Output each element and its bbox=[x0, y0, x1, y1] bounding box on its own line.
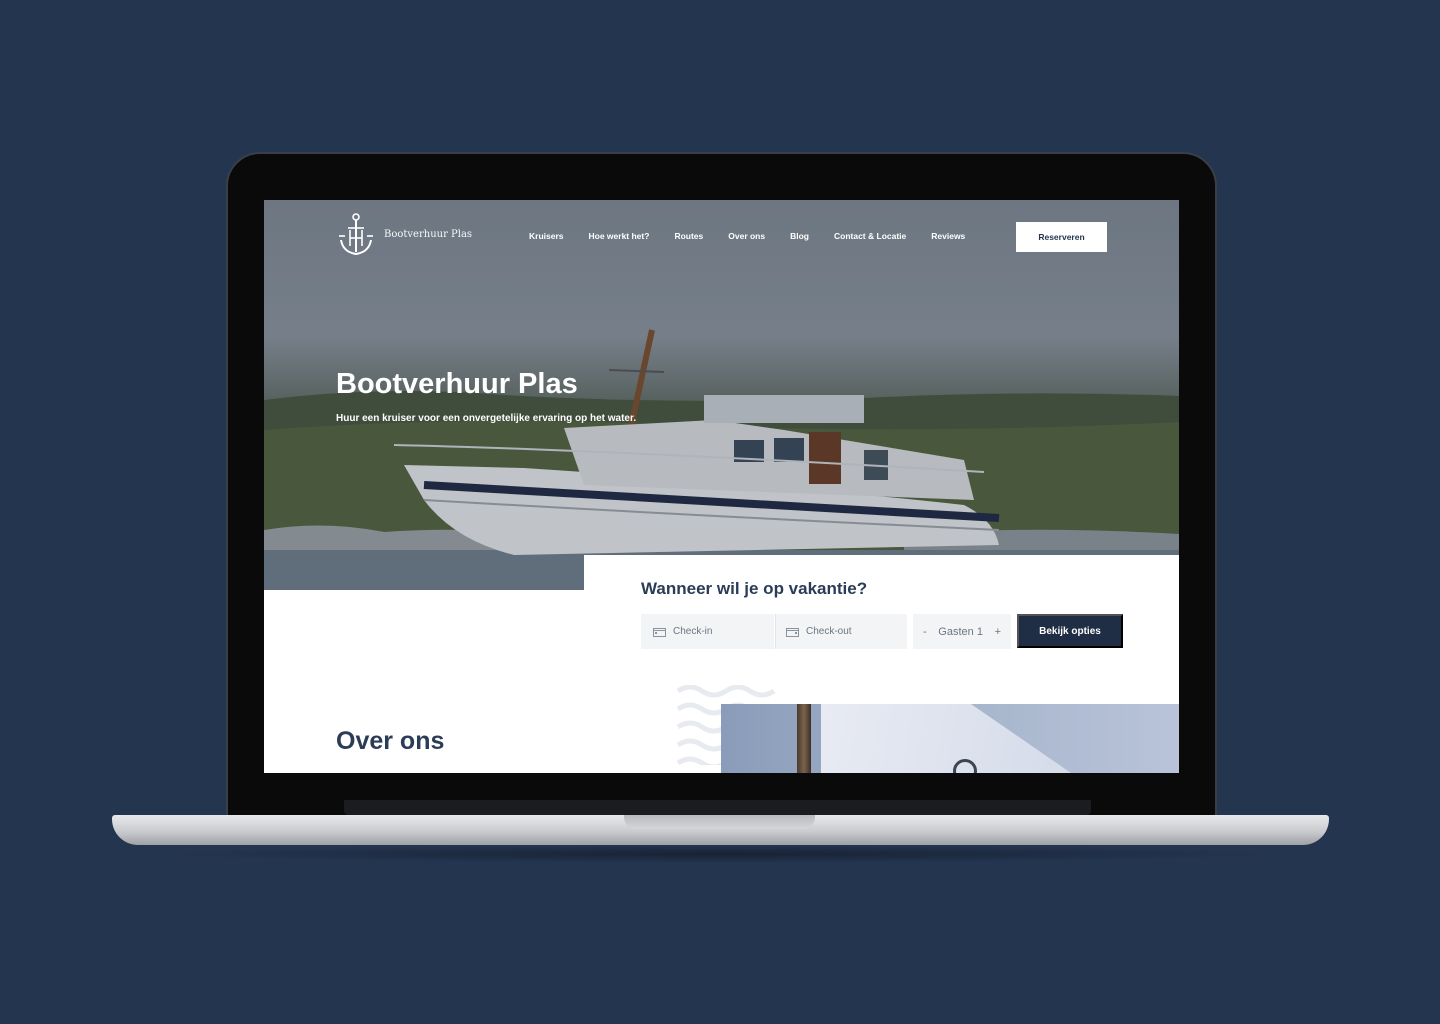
nav-item-blog[interactable]: Blog bbox=[790, 231, 809, 241]
guests-plus-button[interactable]: + bbox=[995, 626, 1001, 638]
checkin-placeholder: Check-in bbox=[673, 626, 713, 637]
nav-item-kruisers[interactable]: Kruisers bbox=[529, 231, 564, 241]
brand-logo[interactable]: Bootverhuur Plas bbox=[338, 212, 472, 256]
hero-section: Bootverhuur Plas Kruisers Hoe werkt het?… bbox=[264, 200, 1179, 590]
calendar-icon bbox=[653, 627, 666, 637]
about-image-sail bbox=[821, 704, 1071, 773]
guests-stepper: - Gasten 1 + bbox=[913, 614, 1011, 649]
about-image-mast bbox=[797, 704, 811, 773]
checkout-field[interactable]: Check-out bbox=[775, 614, 907, 649]
about-image bbox=[721, 704, 1179, 773]
hero-subtitle: Huur een kruiser voor een onvergetelijke… bbox=[336, 413, 637, 424]
hero-title: Bootverhuur Plas bbox=[336, 368, 578, 400]
guests-label: Gasten 1 bbox=[938, 625, 983, 638]
nav-item-over-ons[interactable]: Over ons bbox=[728, 231, 765, 241]
bekijk-opties-button[interactable]: Bekijk opties bbox=[1017, 614, 1123, 648]
nav-item-reviews[interactable]: Reviews bbox=[931, 231, 965, 241]
guests-minus-button[interactable]: - bbox=[923, 626, 927, 638]
checkin-field[interactable]: Check-in bbox=[641, 614, 774, 649]
booking-panel: Wanneer wil je op vakantie? Check-in Che… bbox=[584, 555, 1179, 695]
laptop-notch bbox=[624, 815, 815, 829]
brand-name: Bootverhuur Plas bbox=[384, 228, 473, 240]
checkout-placeholder: Check-out bbox=[806, 626, 852, 637]
nav-item-hoe-werkt-het[interactable]: Hoe werkt het? bbox=[589, 231, 650, 241]
nav-item-contact-locatie[interactable]: Contact & Locatie bbox=[834, 231, 906, 241]
booking-title: Wanneer wil je op vakantie? bbox=[641, 579, 868, 598]
laptop-hinge bbox=[344, 800, 1091, 816]
reserveren-button[interactable]: Reserveren bbox=[1016, 222, 1107, 252]
calendar-icon bbox=[786, 627, 799, 637]
over-ons-title: Over ons bbox=[336, 727, 445, 755]
laptop-shadow bbox=[150, 845, 1290, 863]
laptop-screen: Bootverhuur Plas Kruisers Hoe werkt het?… bbox=[264, 200, 1179, 773]
nav-item-routes[interactable]: Routes bbox=[674, 231, 703, 241]
main-nav: Kruisers Hoe werkt het? Routes Over ons … bbox=[529, 231, 965, 241]
anchor-logo-icon bbox=[339, 213, 373, 256]
